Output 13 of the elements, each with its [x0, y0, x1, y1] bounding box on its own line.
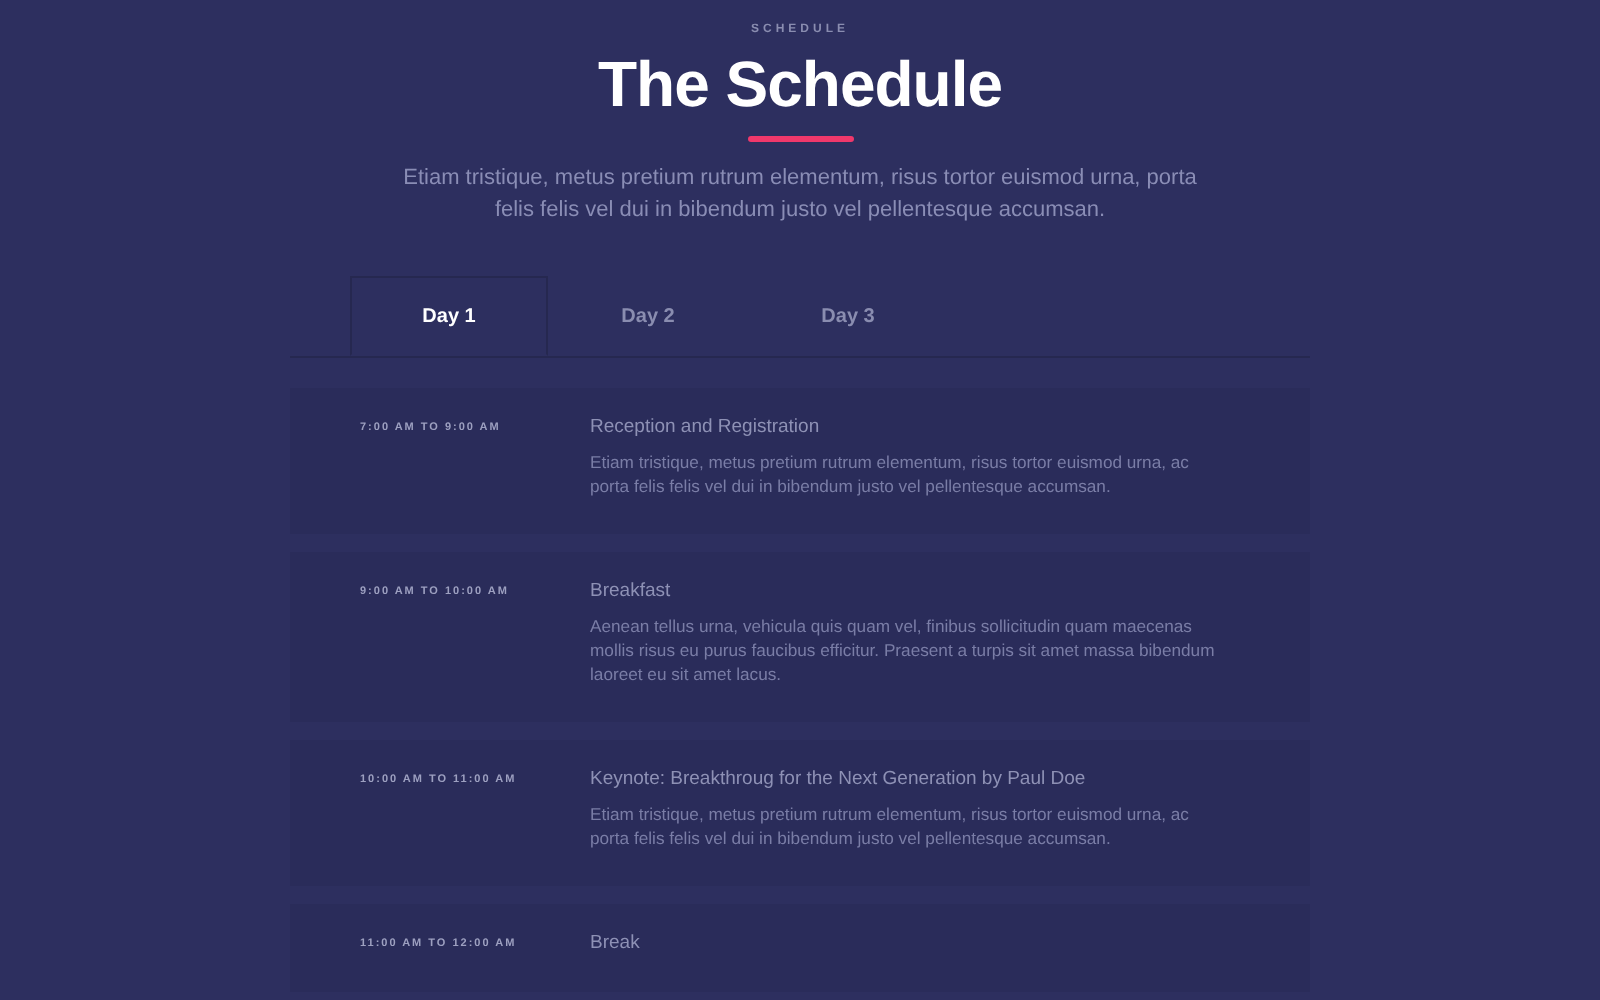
title-underline [747, 136, 853, 142]
session-description: Etiam tristique, metus pretium rutrum elementum, risus tortor euismod urna, ac porta felis felis vel dui in bibendum justo vel pellentesque accumsan. [590, 450, 1191, 498]
session-title: Break [590, 932, 642, 956]
page-title: The Schedule [597, 46, 1003, 124]
intro-text: Etiam tristique, metus pretium rutrum elementum, risus tortor euismod urna, porta felis felis vel dui in bibendum justo vel pellentesque accumsan. [401, 164, 1199, 226]
session-title: Keynote: Breakthroug for the Next Generation by Paul Doe [590, 768, 1088, 792]
session-description: Etiam tristique, metus pretium rutrum elementum, risus tortor euismod urna, ac porta felis felis vel dui in bibendum justo vel pellentesque accumsan. [590, 802, 1191, 850]
session-title: Reception and Registration [590, 416, 822, 440]
day-tab[interactable]: Day 1 [350, 276, 548, 356]
session-description: Aenean tellus urna, vehicula quis quam vel, finibus sollicitudin quam maecenas mollis risus eu purus faucibus efficitur. Praesent a turpis sit amet massa bibendum laoreet eu sit amet lacus. [590, 614, 1217, 686]
session-title: Breakfast [590, 580, 673, 604]
day-tab[interactable]: Day 3 [748, 276, 948, 356]
day-tab[interactable]: Day 2 [548, 276, 748, 356]
